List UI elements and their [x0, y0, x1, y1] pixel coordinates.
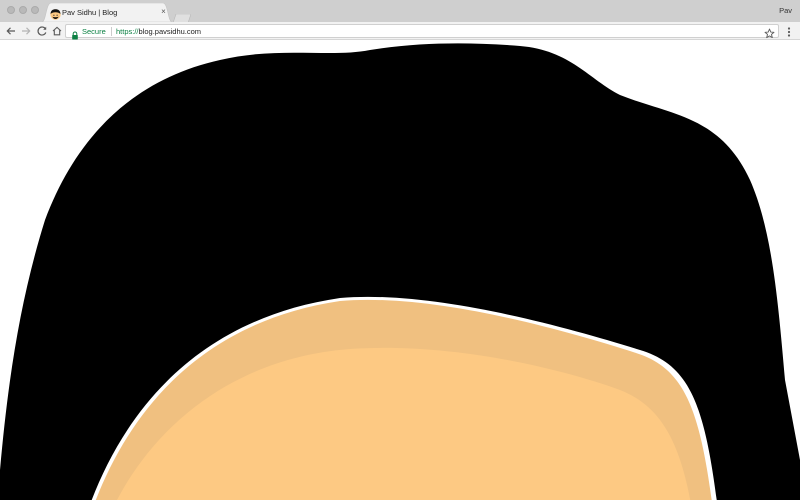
tab-title: Pav Sidhu | Blog	[62, 8, 118, 17]
new-tab-button[interactable]	[172, 10, 192, 24]
profile-name[interactable]: Pav	[779, 5, 792, 16]
maximize-window-button[interactable]	[31, 6, 39, 14]
url-text[interactable]: https://blog.pavsidhu.com	[116, 26, 201, 37]
url-scheme: https://	[116, 27, 139, 36]
url-host: blog.pavsidhu.com	[138, 27, 202, 36]
forward-arrow-icon[interactable]	[20, 25, 32, 37]
tab-pav-sidhu-blog[interactable]: Pav Sidhu | Blog ×	[42, 3, 172, 22]
browser-toolbar: Secure https://blog.pavsidhu.com	[0, 22, 800, 40]
minimize-window-button[interactable]	[19, 6, 27, 14]
browser-window: Pav Sidhu | Blog × Pav Secure https://bl…	[0, 0, 800, 500]
omnibox-separator	[111, 27, 112, 36]
home-icon[interactable]	[51, 25, 63, 37]
avatar-favicon-icon	[50, 7, 61, 20]
kebab-menu-icon[interactable]	[784, 25, 794, 37]
page-content	[0, 40, 800, 500]
avatar-illustration	[0, 43, 800, 500]
reload-icon[interactable]	[36, 25, 48, 37]
tab-close-icon[interactable]: ×	[159, 7, 168, 16]
back-arrow-icon[interactable]	[5, 25, 17, 37]
lock-icon[interactable]	[71, 27, 79, 40]
star-icon[interactable]	[764, 26, 775, 39]
close-window-button[interactable]	[7, 6, 15, 14]
secure-label[interactable]: Secure	[82, 26, 106, 37]
tab-strip: Pav Sidhu | Blog × Pav	[0, 0, 800, 24]
address-bar[interactable]: Secure https://blog.pavsidhu.com	[65, 24, 779, 40]
